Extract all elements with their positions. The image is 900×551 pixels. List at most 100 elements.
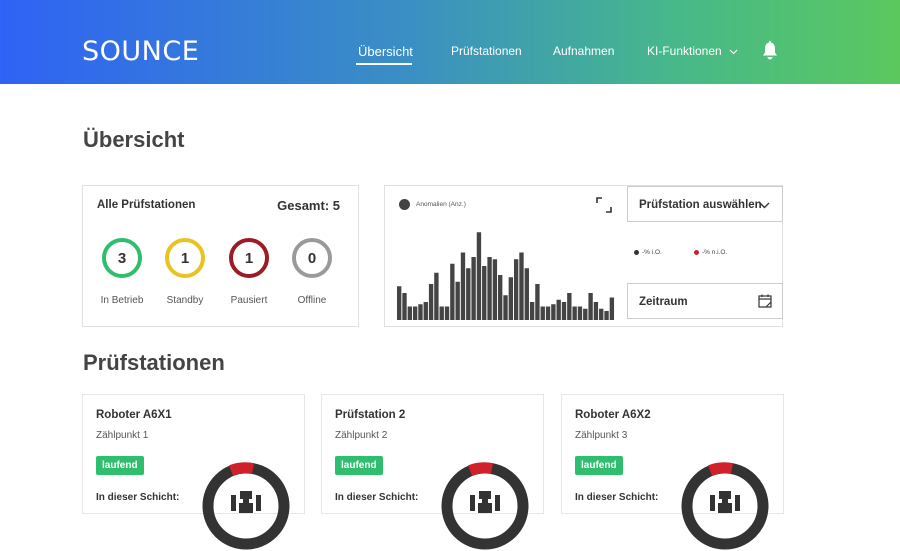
expand-icon[interactable]	[596, 197, 612, 213]
legend-nio: -% n.i.O.	[694, 249, 727, 256]
chart-bar	[556, 299, 561, 320]
status-badge: laufend	[335, 456, 383, 475]
station-card[interactable]: Roboter A6X2 Zählpunkt 3 laufend In dies…	[561, 394, 784, 550]
nav-active-indicator	[356, 63, 412, 65]
chart-bar	[508, 277, 514, 320]
legend-io-label: -% i.O.	[642, 249, 662, 256]
timerange-label: Zeitraum	[639, 296, 688, 308]
chart-bar	[492, 259, 498, 320]
chart-bar	[498, 275, 503, 320]
station-select-dropdown[interactable]: Prüfstation auswählen	[627, 186, 783, 222]
status-badge: laufend	[575, 456, 623, 475]
station-card[interactable]: Prüfstation 2 Zählpunkt 2 laufend In die…	[321, 394, 544, 550]
shift-label: In dieser Schicht:	[96, 492, 180, 503]
status-label-standby: Standby	[166, 295, 204, 306]
robot-icon	[231, 491, 261, 513]
chart-bar	[503, 295, 508, 320]
chart-bar	[535, 284, 540, 320]
page-title: Übersicht	[83, 127, 185, 152]
status-badge: laufend	[96, 456, 144, 475]
robot-icon	[470, 491, 500, 513]
chart-bar	[418, 304, 423, 320]
status-label-offline: Offline	[297, 295, 327, 306]
top-header: SOUNCE Übersicht Prüfstationen Aufnahmen…	[0, 0, 900, 84]
chart-bar	[545, 306, 551, 320]
timerange-picker[interactable]: Zeitraum	[627, 283, 783, 319]
status-circle-pausiert[interactable]: 1	[229, 238, 269, 278]
station-counter: Zählpunkt 3	[575, 430, 628, 441]
chart-bar	[402, 293, 407, 320]
station-name: Roboter A6X1	[96, 409, 172, 421]
station-donut-chart	[202, 462, 290, 550]
notification-bell-icon[interactable]	[761, 41, 779, 61]
chart-legend-label: Anomalien (Anz.)	[416, 201, 466, 208]
chart-bar	[588, 293, 593, 320]
chart-bar	[487, 257, 492, 320]
nav-item-ki-funktionen-label: KI-Funktionen	[647, 44, 722, 58]
summary-card: Alle Prüfstationen Gesamt: 5 3 In Betrie…	[82, 185, 359, 327]
chart-bar	[599, 308, 604, 320]
station-counter: Zählpunkt 1	[96, 430, 149, 441]
chart-bar	[434, 272, 439, 320]
legend-io: -% i.O.	[634, 249, 662, 256]
chart-bar	[428, 284, 434, 320]
status-label-in-betrieb: In Betrieb	[100, 295, 144, 306]
chart-bar	[455, 281, 460, 320]
chart-bar	[471, 257, 476, 320]
station-select-label: Prüfstation auswählen	[639, 199, 762, 211]
nav-item-pruefstationen[interactable]: Prüfstationen	[451, 44, 522, 58]
chart-bar	[460, 252, 466, 320]
chart-bar	[519, 252, 524, 320]
status-circle-offline[interactable]: 0	[292, 238, 332, 278]
svg-text:SOUNCE: SOUNCE	[82, 36, 199, 66]
chart-bar	[412, 306, 418, 320]
chart-bar	[439, 306, 444, 320]
nav-item-uebersicht[interactable]: Übersicht	[358, 44, 413, 59]
status-circle-standby[interactable]: 1	[165, 238, 205, 278]
nav-item-aufnahmen[interactable]: Aufnahmen	[553, 44, 614, 58]
chart-bar	[577, 306, 583, 320]
chart-legend-marker	[399, 199, 410, 210]
station-counter: Zählpunkt 2	[335, 430, 388, 441]
anomaly-chart-card: Anomalien (Anz.)	[384, 185, 628, 327]
chart-bar	[407, 306, 412, 320]
total-count: Gesamt: 5	[277, 198, 340, 213]
legend-nio-label: -% n.i.O.	[702, 249, 728, 256]
chart-bar	[567, 293, 572, 320]
chevron-down-icon	[729, 49, 738, 55]
status-circle-in-betrieb[interactable]: 3	[102, 238, 142, 278]
legend-nio-dot	[694, 249, 699, 255]
station-donut-chart	[441, 462, 529, 550]
shift-label: In dieser Schicht:	[575, 492, 659, 503]
station-card[interactable]: Roboter A6X1 Zählpunkt 1 laufend In dies…	[82, 394, 305, 550]
chart-bar	[466, 268, 471, 320]
chart-bar	[583, 308, 588, 320]
chart-bar	[572, 306, 577, 320]
station-name: Prüfstation 2	[335, 409, 406, 421]
legend-io-dot	[634, 249, 639, 255]
chart-bar	[604, 311, 609, 320]
chart-bar	[444, 306, 450, 320]
summary-card-title: Alle Prüfstationen	[97, 199, 196, 211]
chart-bar	[513, 259, 519, 320]
chart-bar	[524, 268, 529, 320]
robot-icon	[710, 491, 740, 513]
anomaly-bar-chart	[397, 232, 615, 320]
stations-section-title: Prüfstationen	[83, 350, 225, 375]
chart-bar	[423, 302, 428, 320]
chart-bar	[397, 286, 402, 320]
chart-bar	[551, 304, 556, 320]
station-name: Roboter A6X2	[575, 409, 651, 421]
chart-bar	[529, 302, 535, 320]
chart-bar	[609, 297, 615, 320]
chart-bar	[561, 302, 567, 320]
chart-bar	[540, 306, 545, 320]
chart-bar	[593, 302, 599, 320]
chart-bar	[476, 232, 482, 320]
brand-logo[interactable]: SOUNCE	[82, 36, 222, 66]
status-label-pausiert: Pausiert	[230, 295, 268, 306]
shift-label: In dieser Schicht:	[335, 492, 419, 503]
chart-bar	[482, 266, 487, 320]
calendar-icon	[758, 294, 772, 308]
nav-item-ki-funktionen[interactable]: KI-Funktionen	[647, 44, 738, 58]
